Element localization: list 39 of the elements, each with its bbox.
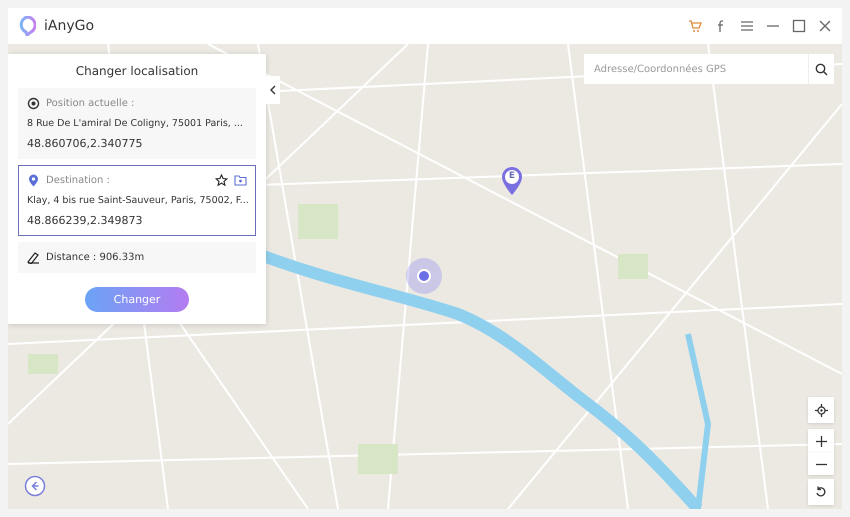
location-pin-icon: [27, 174, 40, 187]
search-button[interactable]: [808, 54, 834, 84]
star-icon[interactable]: [215, 174, 228, 187]
back-button[interactable]: [24, 475, 46, 497]
current-coordinates: 48.860706,2.340775: [27, 137, 144, 150]
destination-label: Destination :: [46, 175, 111, 186]
folder-icon[interactable]: [234, 174, 247, 187]
chevron-left-icon: [269, 85, 277, 95]
ruler-icon: [27, 251, 40, 264]
current-address: 8 Rue De L'amiral De Coligny, 75001 Paris, ...: [27, 118, 244, 129]
locate-button[interactable]: [808, 397, 834, 423]
map-pin-icon: [500, 166, 524, 196]
close-icon[interactable]: [818, 19, 832, 33]
marker-label: E: [508, 171, 516, 181]
destination-coordinates: 48.866239,2.349873: [27, 214, 144, 227]
current-position-label: Position actuelle :: [46, 98, 136, 109]
rotate-icon: [815, 486, 827, 498]
search-icon: [815, 62, 828, 76]
zoom-in-button[interactable]: [808, 429, 834, 453]
destination-card[interactable]: Destination : Klay, 4 bis rue Saint-Sauveur, Paris, 75002, F... 48.866239,2.349873: [18, 165, 256, 236]
plus-icon: [816, 436, 826, 446]
cart-icon[interactable]: [688, 19, 702, 33]
park-area: [298, 204, 338, 239]
park-area: [28, 354, 58, 374]
target-icon: [27, 97, 40, 110]
park-area: [618, 254, 648, 279]
crosshair-icon: [814, 404, 828, 416]
current-location-icon: [406, 258, 442, 294]
menu-icon[interactable]: [740, 19, 754, 33]
window-title: iAnyGo: [44, 18, 96, 34]
app-logo-icon: [18, 16, 36, 36]
collapse-panel-button[interactable]: [266, 76, 280, 104]
search-field[interactable]: Adresse/Coordonnées GPS: [584, 54, 808, 84]
maximize-icon[interactable]: [792, 19, 806, 33]
panel-title: Changer localisation: [74, 64, 200, 78]
park-area: [358, 444, 398, 474]
distance-text: Distance : 906.33m: [46, 252, 144, 263]
reset-rotation-button[interactable]: [808, 479, 834, 505]
destination-address: Klay, 4 bis rue Saint-Sauveur, Paris, 75002, F...: [27, 195, 247, 206]
